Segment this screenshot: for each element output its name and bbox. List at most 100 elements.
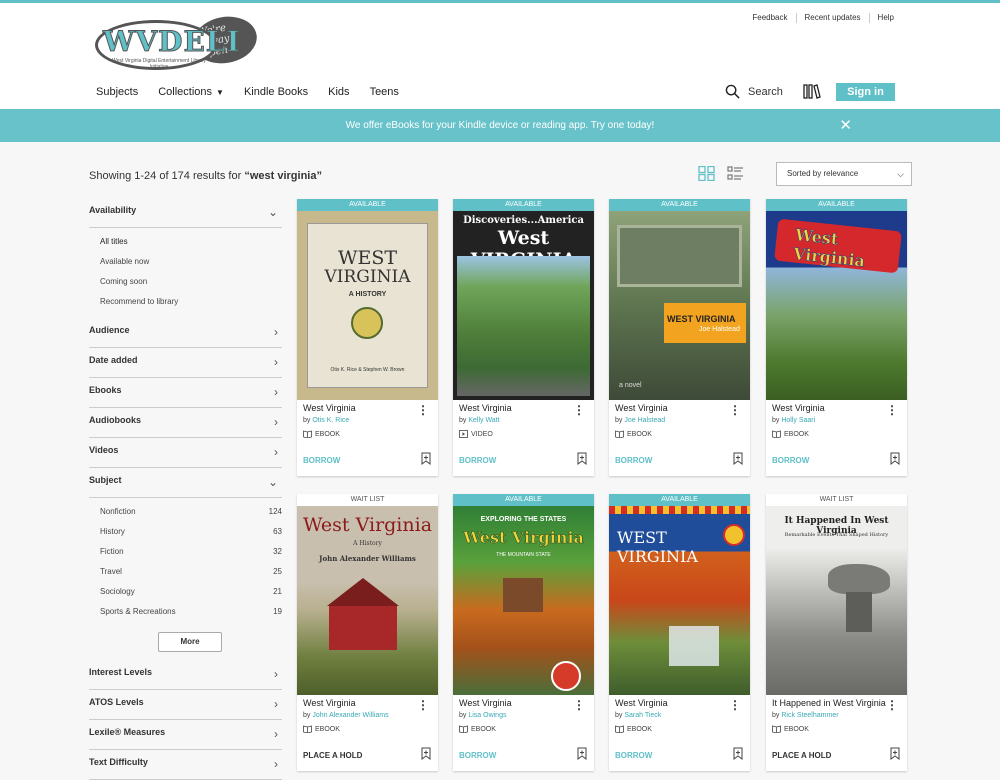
borrow-button[interactable]: BORROW bbox=[615, 456, 652, 465]
author-link[interactable]: Lisa Owings bbox=[468, 712, 506, 719]
book-card[interactable]: AVAILABLE West Virginia West Virginia ⋮ … bbox=[766, 199, 907, 476]
subject-option[interactable]: Sports & Recreations 19 bbox=[100, 602, 282, 622]
filter-option-coming-soon[interactable]: Coming soon bbox=[100, 272, 282, 292]
library-logo[interactable]: We're Always Open WVDELI West Virginia D… bbox=[95, 11, 261, 72]
subject-option[interactable]: History 63 bbox=[100, 522, 282, 542]
book-title[interactable]: West Virginia bbox=[459, 403, 574, 413]
list-view-icon[interactable] bbox=[727, 166, 744, 181]
book-card[interactable]: AVAILABLE Discoveries...America West VIR… bbox=[453, 199, 594, 476]
bookmark-icon[interactable] bbox=[733, 452, 743, 465]
filter-text-difficulty[interactable]: Text Difficulty › bbox=[89, 750, 282, 780]
filter-atos-levels[interactable]: ATOS Levels › bbox=[89, 690, 282, 720]
filter-audiobooks[interactable]: Audiobooks › bbox=[89, 408, 282, 438]
book-card[interactable]: AVAILABLE WEST VIRGINIA A HISTORY Otis K… bbox=[297, 199, 438, 476]
feedback-link[interactable]: Feedback bbox=[744, 13, 797, 23]
subject-option[interactable]: Travel 25 bbox=[100, 562, 282, 582]
more-options-icon[interactable]: ⋮ bbox=[886, 698, 898, 712]
nav-kindle-books[interactable]: Kindle Books bbox=[244, 86, 308, 98]
book-cover[interactable]: West Virginia A History John Alexander W… bbox=[297, 506, 438, 695]
book-cover[interactable]: It Happened In West Virginia Remarkable … bbox=[766, 506, 907, 695]
filter-availability[interactable]: Availability ⌄ bbox=[89, 198, 282, 228]
close-icon[interactable]: ✕ bbox=[839, 109, 852, 142]
filter-subject[interactable]: Subject ⌄ bbox=[89, 468, 282, 498]
book-cover[interactable]: WEST VIRGINIA Joe Halstead a novel bbox=[609, 211, 750, 400]
book-format: EBOOK bbox=[772, 725, 809, 733]
bookshelf-icon[interactable] bbox=[803, 84, 821, 99]
bookmark-icon[interactable] bbox=[890, 452, 900, 465]
book-icon bbox=[772, 430, 781, 438]
filter-option-available-now[interactable]: Available now bbox=[100, 252, 282, 272]
bookmark-icon[interactable] bbox=[421, 747, 431, 760]
book-title[interactable]: West Virginia bbox=[772, 403, 887, 413]
recent-updates-link[interactable]: Recent updates bbox=[797, 13, 870, 23]
borrow-button[interactable]: BORROW bbox=[303, 456, 340, 465]
filter-ebooks[interactable]: Ebooks › bbox=[89, 378, 282, 408]
book-card[interactable]: AVAILABLE WEST VIRGINIA Joe Halstead a n… bbox=[609, 199, 750, 476]
book-title[interactable]: West Virginia bbox=[459, 698, 574, 708]
format-label: EBOOK bbox=[784, 430, 809, 438]
borrow-button[interactable]: BORROW bbox=[459, 751, 496, 760]
bookmark-icon[interactable] bbox=[577, 452, 587, 465]
filter-label: Availability bbox=[89, 205, 137, 215]
nav-teens[interactable]: Teens bbox=[370, 86, 399, 98]
subject-option[interactable]: Fiction 32 bbox=[100, 542, 282, 562]
book-cover[interactable]: WEST VIRGINIA bbox=[609, 506, 750, 695]
subject-option[interactable]: Nonfiction 124 bbox=[100, 502, 282, 522]
bookmark-icon[interactable] bbox=[733, 747, 743, 760]
more-options-icon[interactable]: ⋮ bbox=[573, 403, 585, 417]
author-link[interactable]: Holly Saari bbox=[781, 417, 815, 424]
more-subjects-button[interactable]: More bbox=[158, 632, 222, 652]
subject-option[interactable]: Sociology 21 bbox=[100, 582, 282, 602]
book-cover[interactable]: WEST VIRGINIA A HISTORY Otis K. Rice & S… bbox=[297, 211, 438, 400]
filter-lexile-measures[interactable]: Lexile® Measures › bbox=[89, 720, 282, 750]
place-hold-button[interactable]: PLACE A HOLD bbox=[303, 751, 362, 760]
borrow-button[interactable]: BORROW bbox=[615, 751, 652, 760]
author-link[interactable]: Joe Halstead bbox=[624, 417, 665, 424]
search-button[interactable]: Search bbox=[725, 84, 783, 99]
sign-in-button[interactable]: Sign in bbox=[836, 83, 895, 101]
filter-date-added[interactable]: Date added › bbox=[89, 348, 282, 378]
bookmark-icon[interactable] bbox=[577, 747, 587, 760]
author-link[interactable]: Kelly Watt bbox=[468, 417, 499, 424]
book-title[interactable]: West Virginia bbox=[615, 698, 730, 708]
filter-option-recommend[interactable]: Recommend to library bbox=[100, 292, 282, 312]
more-options-icon[interactable]: ⋮ bbox=[729, 403, 741, 417]
book-card[interactable]: WAIT LIST It Happened In West Virginia R… bbox=[766, 494, 907, 771]
borrow-button[interactable]: BORROW bbox=[772, 456, 809, 465]
more-options-icon[interactable]: ⋮ bbox=[573, 698, 585, 712]
filter-interest-levels[interactable]: Interest Levels › bbox=[89, 660, 282, 690]
more-options-icon[interactable]: ⋮ bbox=[886, 403, 898, 417]
book-cover[interactable]: Discoveries...America West VIRGINIA bbox=[453, 211, 594, 400]
nav-collections[interactable]: Collections ▼ bbox=[158, 86, 224, 98]
nav-subjects[interactable]: Subjects bbox=[96, 86, 138, 98]
book-card[interactable]: AVAILABLE WEST VIRGINIA West Virginia ⋮ … bbox=[609, 494, 750, 771]
author-link[interactable]: Sarah Tieck bbox=[624, 712, 661, 719]
book-cover[interactable]: West Virginia bbox=[766, 211, 907, 400]
borrow-button[interactable]: BORROW bbox=[459, 456, 496, 465]
book-title[interactable]: West Virginia bbox=[303, 698, 418, 708]
nav-kids[interactable]: Kids bbox=[328, 86, 349, 98]
sort-select[interactable]: Sorted by relevance ⌵ bbox=[776, 162, 912, 186]
book-card[interactable]: WAIT LIST West Virginia A History John A… bbox=[297, 494, 438, 771]
author-link[interactable]: John Alexander Williams bbox=[312, 712, 388, 719]
author-link[interactable]: Otis K. Rice bbox=[312, 417, 349, 424]
book-title[interactable]: West Virginia bbox=[615, 403, 730, 413]
more-options-icon[interactable]: ⋮ bbox=[417, 698, 429, 712]
book-cover[interactable]: EXPLORING THE STATES West Virginia THE M… bbox=[453, 506, 594, 695]
book-title[interactable]: It Happened in West Virginia bbox=[772, 698, 887, 708]
chevron-right-icon: › bbox=[274, 385, 278, 399]
filter-audience[interactable]: Audience › bbox=[89, 318, 282, 348]
grid-view-icon[interactable] bbox=[698, 166, 715, 181]
book-card[interactable]: AVAILABLE EXPLORING THE STATES West Virg… bbox=[453, 494, 594, 771]
place-hold-button[interactable]: PLACE A HOLD bbox=[772, 751, 831, 760]
bookmark-icon[interactable] bbox=[890, 747, 900, 760]
more-options-icon[interactable]: ⋮ bbox=[729, 698, 741, 712]
filter-videos[interactable]: Videos › bbox=[89, 438, 282, 468]
filter-option-all-titles[interactable]: All titles bbox=[100, 232, 282, 252]
author-link[interactable]: Rick Steelhammer bbox=[781, 712, 838, 719]
more-options-icon[interactable]: ⋮ bbox=[417, 403, 429, 417]
book-author: by Kelly Watt bbox=[459, 417, 500, 424]
bookmark-icon[interactable] bbox=[421, 452, 431, 465]
book-title[interactable]: West Virginia bbox=[303, 403, 418, 413]
help-link[interactable]: Help bbox=[870, 13, 894, 23]
